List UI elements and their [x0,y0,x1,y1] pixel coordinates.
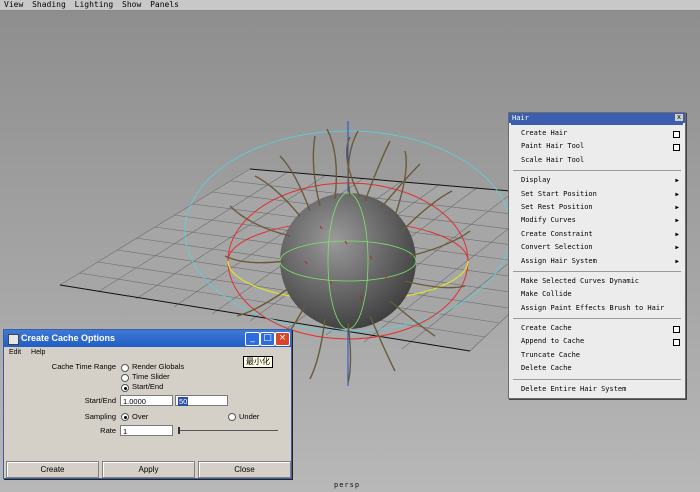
menu-lighting[interactable]: Lighting [75,0,114,10]
rate-label: Rate [100,426,116,435]
hair-menu-item[interactable]: Make Selected Curves Dynamic [509,275,685,288]
hair-menu-item-label: Append to Cache [521,337,585,346]
hair-menu-title-bar[interactable]: Hair x [509,113,685,123]
submenu-arrow-icon: ▶ [675,257,679,265]
start-field[interactable]: 1.0000 [120,395,173,406]
hair-menu-item[interactable]: Create Hair [509,127,685,140]
viewport-label: persp [334,481,361,489]
hair-menu-item-label: Paint Hair Tool [521,142,585,151]
hair-menu-item[interactable]: Paint Hair Tool [509,140,685,153]
hair-menu-item-label: Make Collide [521,290,572,299]
over-label: Over [132,412,149,421]
menu-separator [513,378,681,380]
end-field[interactable]: 50 [175,395,228,406]
hair-menu-item-label: Create Hair [521,129,568,137]
sampling-label: Sampling [84,412,116,421]
menu-separator [513,170,681,172]
end-value: 50 [178,397,189,406]
dialog-title-bar[interactable]: Create Cache Options _ □ × [4,330,291,347]
hair-menu-item[interactable]: Delete Cache [509,362,685,375]
cache-time-range-label: Cache Time Range [51,362,116,371]
submenu-arrow-icon: ▶ [675,177,679,185]
hair-menu: Hair x Create Hair Paint Hair Tool Scale H… [508,112,686,399]
start-value: 1.0000 [123,397,146,406]
submenu-arrow-icon: ▶ [675,190,679,198]
menu-separator [513,270,681,272]
create-cache-options-dialog: Create Cache Options _ □ × Edit Help 最小化… [3,329,292,479]
menu-panels[interactable]: Panels [150,0,179,10]
menu-view[interactable]: View [4,0,23,10]
menu-separator [513,318,681,320]
option-box-icon[interactable] [673,326,680,334]
submenu-arrow-icon: ▶ [675,230,679,238]
minimize-icon[interactable]: _ [245,332,260,346]
close-button[interactable]: Close [198,461,291,478]
close-icon[interactable]: x [675,114,683,121]
hair-menu-item[interactable]: Truncate Cache [509,349,685,362]
hair-menu-item[interactable]: Modify Curves ▶ [509,214,685,227]
hair-menu-item-label: Assign Hair System [521,256,597,265]
hair-menu-item-label: Display [521,176,551,185]
hair-menu-item-label: Set Rest Position [521,202,593,211]
radio-under[interactable] [228,413,236,421]
start-end-label: Start/End [84,396,116,405]
hair-menu-item-label: Create Cache [521,324,572,333]
radio-start-end[interactable] [121,384,129,392]
hair-menu-item-label: Set Start Position [521,189,597,198]
hair-menu-item-label: Make Selected Curves Dynamic [521,276,640,285]
menu-help[interactable]: Help [31,349,45,356]
option-box-icon[interactable] [673,131,680,138]
hair-menu-item-label: Convert Selection [521,243,593,252]
menu-show[interactable]: Show [122,0,141,10]
render-globals-label: Render Globals [132,362,185,371]
hair-menu-item[interactable]: Make Collide [509,288,685,301]
menu-edit[interactable]: Edit [9,349,21,356]
hair-menu-title: Hair [512,114,529,122]
time-slider-label: Time Slider [132,372,170,381]
hair-menu-item-label: Delete Cache [521,364,572,373]
viewport-menubar: View Shading Lighting Show Panels [0,0,700,11]
under-label: Under [239,412,260,421]
rate-slider-handle[interactable] [178,427,180,434]
radio-over[interactable] [121,413,129,421]
window-icon [8,334,19,345]
rate-value: 1 [123,427,128,436]
hair-menu-item[interactable]: Set Rest Position ▶ [509,201,685,214]
menu-shading[interactable]: Shading [32,0,66,10]
hair-menu-item[interactable]: Display ▶ [509,174,685,187]
hair-menu-items: Create Hair Paint Hair Tool Scale Hair Too… [509,125,685,396]
close-icon[interactable]: × [275,332,290,346]
hair-menu-item[interactable]: Delete Entire Hair System [509,383,685,396]
hair-menu-item[interactable]: Assign Paint Effects Brush to Hair [509,302,685,315]
submenu-arrow-icon: ▶ [675,244,679,252]
dialog-title: Create Cache Options [21,333,116,343]
submenu-arrow-icon: ▶ [675,203,679,211]
apply-button[interactable]: Apply [102,461,195,478]
hair-menu-item-label: Assign Paint Effects Brush to Hair [521,303,665,312]
hair-menu-item-label: Scale Hair Tool [521,155,585,164]
hair-menu-item-label: Delete Entire Hair System [521,384,627,393]
hair-menu-item-label: Modify Curves [521,216,576,225]
hair-menu-item[interactable]: Append to Cache [509,335,685,348]
radio-render-globals[interactable] [121,364,129,372]
maximize-icon[interactable]: □ [260,332,275,346]
option-box-icon[interactable] [673,144,680,152]
hair-menu-item[interactable]: Create Cache [509,322,685,335]
start-end-option-label: Start/End [132,382,164,391]
rate-field[interactable]: 1 [120,425,173,436]
hair-menu-item-label: Create Constraint [521,229,593,238]
rate-slider-track[interactable] [178,430,278,431]
hair-menu-item[interactable]: Set Start Position ▶ [509,188,685,201]
hair-menu-item[interactable]: Convert Selection ▶ [509,241,685,254]
option-box-icon[interactable] [673,339,680,347]
radio-time-slider[interactable] [121,374,129,382]
create-button[interactable]: Create [6,461,99,478]
minimize-tooltip: 最小化 [243,356,273,368]
hair-menu-item[interactable]: Assign Hair System ▶ [509,255,685,268]
hair-menu-item[interactable]: Create Constraint ▶ [509,228,685,241]
hair-menu-item-label: Truncate Cache [521,350,581,359]
submenu-arrow-icon: ▶ [675,217,679,225]
hair-menu-item[interactable]: Scale Hair Tool [509,154,685,167]
